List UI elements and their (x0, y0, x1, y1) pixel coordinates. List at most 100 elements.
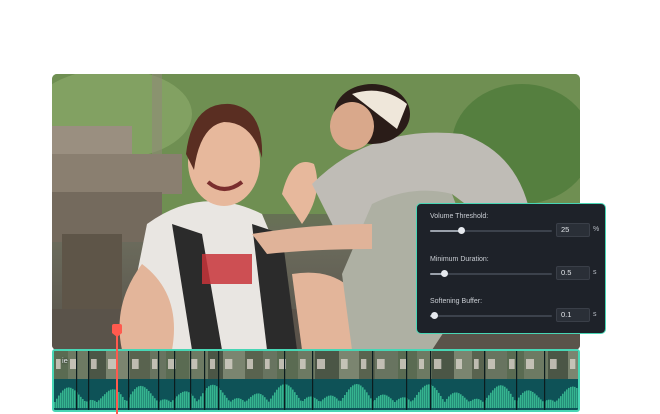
waveform-bar (522, 392, 524, 408)
waveform-bar (98, 400, 100, 408)
waveform-bar (396, 400, 398, 408)
clip-thumbnail-figure (91, 359, 97, 369)
waveform-bar (80, 396, 82, 408)
waveform-bar (248, 398, 250, 408)
waveform-bar (274, 392, 276, 408)
waveform-bar (470, 400, 472, 408)
waveform-bar (392, 400, 394, 408)
waveform-bar (326, 396, 328, 408)
waveform-bar (124, 399, 126, 408)
waveform-bar (492, 390, 494, 408)
waveform-bar (446, 398, 448, 408)
waveform-bar (236, 398, 238, 408)
waveform-bar (354, 384, 356, 408)
clip-thumbnail-figure (317, 359, 325, 369)
clip-thumbnail-figure (474, 359, 479, 369)
waveform-bar (478, 399, 480, 408)
waveform-bar (210, 385, 212, 408)
waveform-bar (246, 400, 248, 408)
waveform-bar (140, 385, 142, 408)
clip-thumbnail-figure (361, 359, 367, 369)
waveform-bar (152, 395, 154, 408)
volume-threshold-label: Volume Threshold: (430, 213, 489, 220)
clip-cut-line (204, 351, 206, 410)
clip-thumbnail-figure (210, 359, 215, 369)
clip-cut-line (128, 351, 130, 410)
waveform-bar (570, 386, 572, 408)
waveform-bar (554, 401, 556, 408)
clip-cut-line (174, 351, 176, 410)
waveform-bar (134, 389, 136, 408)
playhead-handle[interactable] (112, 324, 122, 337)
softening-buffer-input[interactable]: 0.1 (556, 308, 590, 322)
waveform-bar (528, 390, 530, 408)
clip-cut-line (544, 351, 546, 410)
waveform-bar (488, 395, 490, 408)
timeline-track[interactable]: ie (52, 349, 580, 412)
waveform-bar (404, 397, 406, 408)
minimum-duration-knob[interactable] (440, 270, 448, 277)
waveform-bar (464, 397, 466, 408)
waveform-bar (556, 400, 558, 408)
waveform-bar (112, 389, 114, 408)
waveform-bar (70, 387, 72, 408)
volume-threshold-unit: % (593, 226, 600, 233)
waveform-bar (460, 394, 462, 408)
clip-thumbnail-figure (400, 359, 407, 369)
clip-thumbnail-figure (488, 359, 495, 369)
minimum-duration-slider[interactable] (430, 270, 552, 277)
clip-thumbnail-figure (132, 359, 139, 369)
softening-buffer-knob[interactable] (430, 312, 438, 319)
waveform-bar (186, 391, 188, 408)
waveform-bar (208, 386, 210, 408)
softening-buffer-slider[interactable] (430, 312, 552, 319)
clip-thumbnail-figure (225, 359, 233, 369)
waveform-bar (316, 399, 318, 408)
waveform-bar (272, 395, 274, 408)
waveform-bar (184, 391, 186, 408)
waveform-bar (358, 384, 360, 408)
waveform-bar (180, 392, 182, 408)
clip-thumbnail-figure (265, 359, 270, 369)
waveform-bar (100, 398, 102, 408)
waveform-bar (418, 392, 420, 408)
playhead-line[interactable] (116, 330, 118, 414)
clip-cut-line (372, 351, 374, 410)
waveform-bar (282, 384, 284, 408)
waveform-bar (518, 397, 520, 408)
waveform-bar (364, 389, 366, 408)
waveform-bar (576, 387, 578, 408)
minimum-duration-input[interactable]: 0.5 (556, 266, 590, 280)
waveform-bar (250, 396, 252, 408)
waveform-bar (228, 400, 230, 408)
waveform-bar (398, 398, 400, 408)
waveform-bar (400, 397, 402, 408)
waveform-bar (440, 395, 442, 408)
waveform-bar (238, 398, 240, 408)
waveform-bar (504, 386, 506, 408)
volume-threshold-input[interactable]: 25 (556, 223, 590, 237)
waveform-bar (138, 386, 140, 408)
waveform-bar (344, 394, 346, 408)
waveform-bar (558, 398, 560, 408)
waveform-bar (434, 387, 436, 408)
volume-threshold-slider[interactable] (430, 227, 552, 234)
waveform-bar (432, 385, 434, 408)
waveform-bar (534, 393, 536, 408)
clip-cut-line (312, 351, 314, 410)
volume-threshold-knob[interactable] (457, 227, 465, 234)
clip-thumbnail-figure (108, 359, 116, 369)
waveform-bar (176, 396, 178, 408)
waveform-bar (506, 388, 508, 408)
clip-cut-line (218, 351, 220, 410)
waveform-bar (102, 396, 104, 408)
waveform-bar (64, 388, 66, 408)
waveform-bar (376, 397, 378, 408)
waveform-bar (386, 395, 388, 408)
waveform-bar (366, 392, 368, 408)
waveform-bar (212, 384, 214, 408)
clip-cut-line (76, 351, 78, 410)
clip-thumbnail-figure (526, 359, 534, 369)
minimum-duration-unit: s (593, 269, 597, 276)
waveform-bar (436, 390, 438, 408)
